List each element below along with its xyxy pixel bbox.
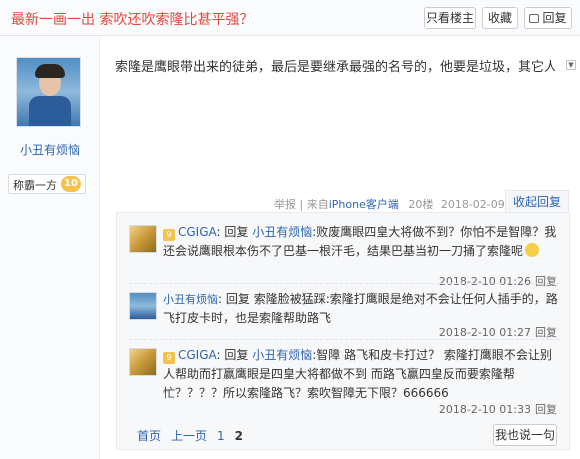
author-username[interactable]: 小丑有烦恼 bbox=[0, 141, 100, 158]
reply-to-user[interactable]: 小丑有烦恼 bbox=[252, 225, 312, 239]
reply-meta: 2018-2-10 01:26 回复 bbox=[439, 273, 557, 289]
avatar-shirt bbox=[29, 96, 71, 126]
reply-sep: : bbox=[216, 348, 221, 362]
reply-meta: 2018-2-10 01:27 回复 bbox=[439, 324, 557, 340]
reply-content: :智障 路飞和皮卡打过？ 索隆打鹰眼不会让别人帮助而打赢鹰眼是四皇大将都做不到 … bbox=[163, 348, 552, 400]
favorite-button[interactable]: 收藏 bbox=[482, 7, 518, 29]
reply-time: 2018-2-10 01:27 bbox=[438, 326, 531, 339]
reply-time: 2018-2-10 01:33 bbox=[438, 403, 531, 416]
reply-text-block: 9 CGIGA: 回复 小丑有烦恼:败废鹰眼四皇大将做不到？你怕不是智障？我还会说… bbox=[163, 223, 563, 261]
current-page: 2 bbox=[234, 429, 244, 443]
reply-link[interactable]: 回复 bbox=[535, 326, 557, 339]
author-rank-badge[interactable]: 称霸一方 10 bbox=[8, 174, 86, 194]
reply-divider bbox=[129, 339, 559, 340]
reply-word: 回复 bbox=[224, 225, 249, 239]
reply-list: 9 CGIGA: 回复 小丑有烦恼:败废鹰眼四皇大将做不到？你怕不是智障？我还会说… bbox=[116, 212, 570, 450]
reply-button[interactable]: 回复 bbox=[524, 7, 572, 29]
reply-word: 回复 bbox=[225, 292, 250, 306]
thread-header: 最新一画一出 索吹还吹索隆比甚平强？ 只看楼主 收藏 回复 bbox=[0, 0, 580, 36]
level-icon: 9 bbox=[163, 229, 175, 241]
post-content: 索隆是鹰眼带出来的徒弟，最后是要继承最强的名号的，他要是垃圾，其它人连垃圾都不如 bbox=[115, 60, 555, 75]
reply-content: :索隆打鹰眼是绝对不会让任何人插手的，路飞打皮卡时，也是索隆帮助路飞 bbox=[163, 292, 558, 325]
report-link[interactable]: 举报 bbox=[274, 198, 296, 211]
reply-link[interactable]: 回复 bbox=[535, 403, 557, 416]
first-page-link[interactable]: 首页 bbox=[137, 429, 161, 443]
page-1-link[interactable]: 1 bbox=[217, 429, 225, 443]
reply-icon bbox=[529, 14, 540, 23]
rank-level-icon: 10 bbox=[61, 176, 81, 192]
pagination: 首页 上一页 1 2 bbox=[137, 427, 243, 444]
reply-word: 回复 bbox=[224, 348, 249, 362]
source-prefix: | 来自 bbox=[296, 198, 329, 211]
reply-content: :败废鹰眼四皇大将做不到？你怕不是智障？我还会说鹰眼根本伤不了巴基一根汗毛，结果… bbox=[163, 225, 557, 258]
reply-author[interactable]: CGIGA bbox=[178, 348, 217, 362]
reply-sep: : bbox=[218, 292, 223, 306]
emoji-icon bbox=[525, 243, 540, 257]
reply-avatar[interactable] bbox=[129, 348, 157, 376]
reply-author[interactable]: 小丑有烦恼 bbox=[163, 293, 218, 306]
post-meta: 举报 | 来自iPhone客户端 20楼 2018-02-09 23:02 bbox=[274, 196, 540, 212]
author-avatar[interactable] bbox=[16, 57, 81, 127]
fold-replies-button[interactable]: 收起回复 bbox=[505, 190, 569, 212]
reply-text-block: 小丑有烦恼: 回复 索隆脸被猛踩:索隆打鹰眼是绝对不会让任何人插手的，路飞打皮卡… bbox=[163, 290, 563, 328]
reply-author[interactable]: CGIGA bbox=[178, 225, 217, 239]
reply-avatar[interactable] bbox=[129, 225, 157, 253]
reply-link[interactable]: 回复 bbox=[535, 275, 557, 288]
prev-page-link[interactable]: 上一页 bbox=[171, 429, 207, 443]
reply-to-user[interactable]: 小丑有烦恼 bbox=[252, 348, 312, 362]
reply-button-label: 回复 bbox=[542, 11, 567, 25]
author-sidebar: 小丑有烦恼 称霸一方 10 bbox=[0, 37, 100, 459]
avatar-hair bbox=[35, 64, 65, 78]
reply-text-block: 9 CGIGA: 回复 小丑有烦恼:智障 路飞和皮卡打过？ 索隆打鹰眼不会让别人帮… bbox=[163, 346, 563, 403]
source-client-link[interactable]: iPhone客户端 bbox=[329, 198, 399, 211]
rank-name: 称霸一方 bbox=[13, 179, 57, 192]
reply-to-user[interactable]: 索隆脸被猛踩 bbox=[254, 292, 326, 306]
only-op-button[interactable]: 只看楼主 bbox=[424, 7, 476, 29]
level-icon: 9 bbox=[163, 352, 175, 364]
floor-number: 20楼 bbox=[408, 198, 434, 211]
reply-meta: 2018-2-10 01:33 回复 bbox=[439, 401, 557, 417]
collapse-icon[interactable]: ▼ bbox=[566, 60, 576, 70]
thread-title: 最新一画一出 索吹还吹索隆比甚平强？ bbox=[11, 12, 254, 28]
add-comment-button[interactable]: 我也说一句 bbox=[493, 424, 557, 446]
reply-time: 2018-2-10 01:26 bbox=[438, 275, 531, 288]
reply-divider bbox=[129, 283, 559, 284]
reply-sep: : bbox=[216, 225, 221, 239]
reply-avatar[interactable] bbox=[129, 292, 157, 320]
